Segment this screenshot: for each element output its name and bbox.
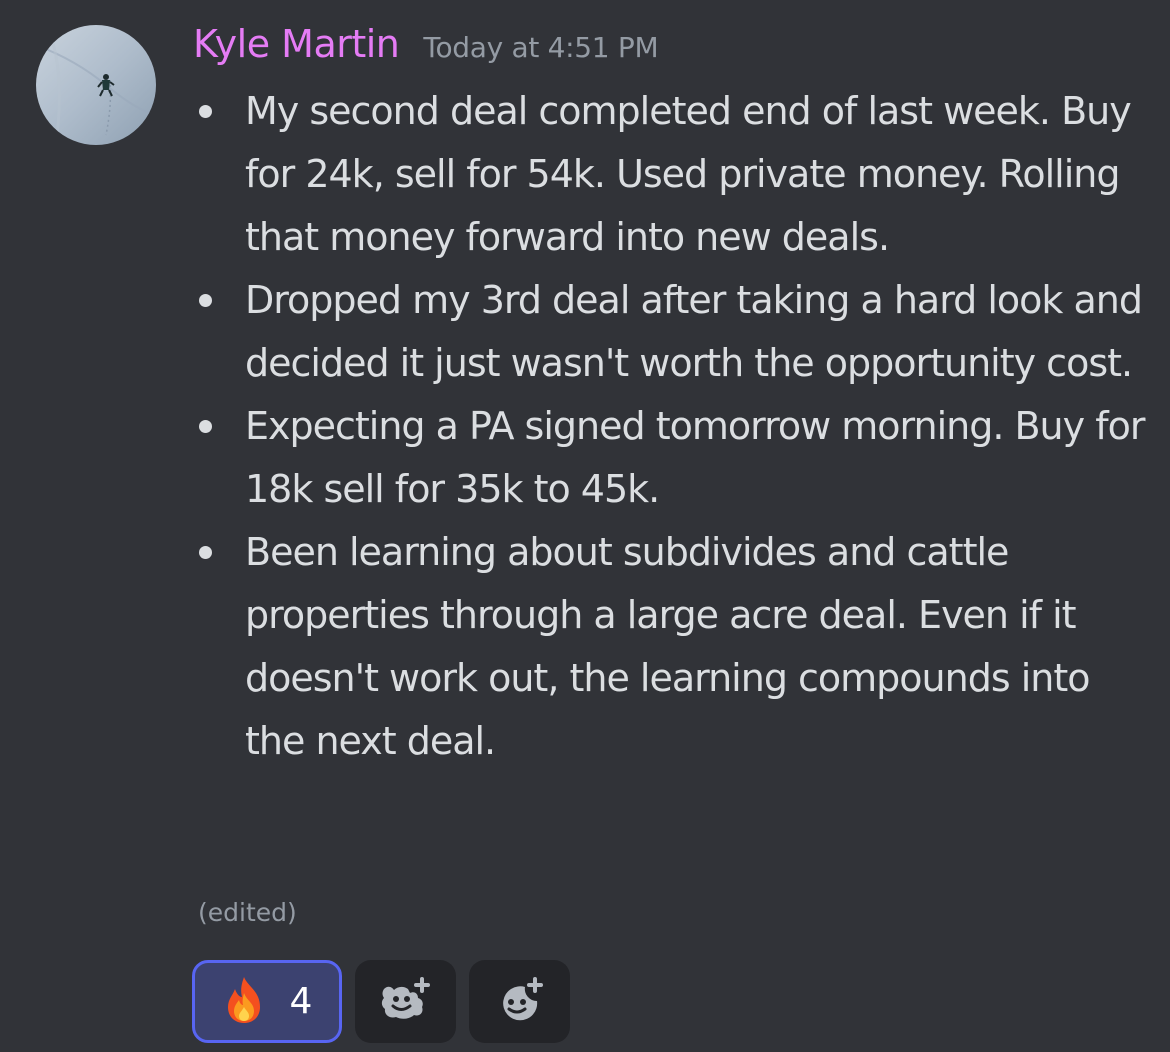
add-reaction-button[interactable] [469, 960, 570, 1043]
bullet-item: Dropped my 3rd deal after taking a hard … [193, 269, 1153, 395]
bullet-dot [199, 294, 212, 307]
chat-message: Kyle Martin Today at 4:51 PM My second d… [0, 0, 1170, 1052]
avatar-image [36, 25, 156, 145]
avatar[interactable] [36, 25, 156, 145]
message-content: My second deal completed end of last wee… [193, 80, 1153, 773]
message-header: Kyle Martin Today at 4:51 PM [193, 22, 659, 74]
bullet-item: Been learning about subdivides and cattl… [193, 521, 1153, 773]
bullet-dot [199, 420, 212, 433]
bullet-dot [199, 105, 212, 118]
bullet-text: Dropped my 3rd deal after taking a hard … [245, 278, 1143, 385]
bullet-dot [199, 546, 212, 559]
fire-icon [222, 975, 266, 1029]
add-super-reaction-icon [380, 976, 432, 1027]
reactions-bar: 4 [192, 960, 583, 1043]
message-timestamp[interactable]: Today at 4:51 PM [423, 31, 658, 64]
reaction-count: 4 [289, 981, 313, 1022]
edited-label: (edited) [198, 898, 297, 927]
bullet-item: Expecting a PA signed tomorrow morning. … [193, 395, 1153, 521]
add-super-reaction-button[interactable] [355, 960, 456, 1043]
author-name[interactable]: Kyle Martin [193, 22, 400, 66]
bullet-list: My second deal completed end of last wee… [193, 80, 1153, 773]
bullet-text: Expecting a PA signed tomorrow morning. … [245, 404, 1145, 511]
bullet-text: Been learning about subdivides and cattl… [245, 530, 1091, 763]
add-reaction-icon [495, 976, 545, 1027]
reaction-fire[interactable]: 4 [192, 960, 342, 1043]
bullet-text: My second deal completed end of last wee… [245, 89, 1132, 259]
bullet-item: My second deal completed end of last wee… [193, 80, 1153, 269]
